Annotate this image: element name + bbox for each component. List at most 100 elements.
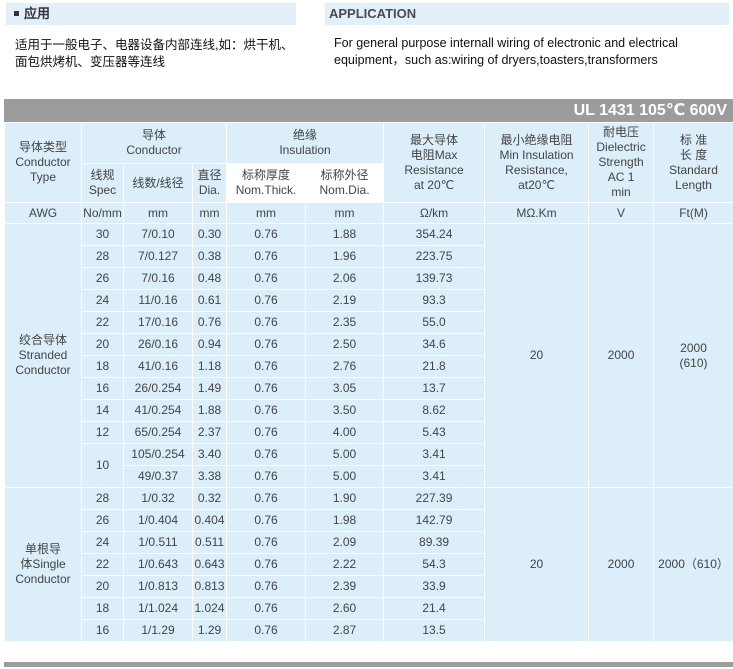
thickness-cell: 0.76 bbox=[226, 333, 307, 356]
thickness-cell: 0.76 bbox=[226, 443, 307, 466]
outer-diameter-cell: 2.50 bbox=[305, 333, 385, 356]
resistance-cell: 54.3 bbox=[383, 553, 486, 576]
resistance-cell: 21.4 bbox=[383, 597, 486, 620]
unit-cell: V bbox=[588, 202, 655, 224]
awg-cell: 26 bbox=[81, 509, 124, 532]
thickness-cell: 0.76 bbox=[226, 377, 307, 400]
header-strands: 线数/线径 bbox=[123, 163, 193, 203]
resistance-cell: 227.39 bbox=[383, 487, 486, 510]
header-line: 绝缘 bbox=[293, 128, 318, 142]
diameter-cell: 0.30 bbox=[191, 223, 228, 246]
awg-cell: 16 bbox=[81, 619, 124, 642]
thickness-cell: 0.76 bbox=[226, 619, 307, 642]
application-description-en: For general purpose internall wiring of … bbox=[334, 36, 678, 67]
strand-cell: 1/0.643 bbox=[123, 553, 193, 576]
header-nom-diameter: 标称外径 Nom.Dia. bbox=[305, 163, 385, 203]
outer-diameter-cell: 2.06 bbox=[305, 267, 385, 290]
awg-cell: 10 bbox=[81, 443, 124, 488]
header-line: min bbox=[611, 185, 631, 199]
diameter-cell: 0.511 bbox=[191, 531, 228, 554]
header-line: 线规 bbox=[90, 168, 115, 182]
header-line: Strength bbox=[598, 155, 644, 169]
diameter-cell: 3.40 bbox=[191, 443, 228, 466]
header-nom-thickness: 标称厚度 Nom.Thick. bbox=[226, 163, 307, 203]
standard-length-cell: 2000 (610) bbox=[653, 223, 733, 488]
outer-diameter-cell: 5.00 bbox=[305, 465, 385, 488]
application-heading-cn: 应用 bbox=[6, 3, 296, 25]
header-line: Nom.Thick. bbox=[235, 183, 297, 197]
cell-line: Conductor bbox=[15, 572, 71, 586]
resistance-cell: 13.5 bbox=[383, 619, 486, 642]
strand-cell: 1/0.32 bbox=[123, 487, 193, 510]
conductor-type-stranded: 绞合导体 Stranded Conductor bbox=[4, 223, 82, 488]
header-line: 电阻Max bbox=[410, 147, 458, 162]
outer-diameter-cell: 2.60 bbox=[305, 597, 385, 620]
thickness-cell: 0.76 bbox=[226, 223, 307, 246]
unit-cell: Ft(M) bbox=[653, 202, 733, 224]
diameter-cell: 0.38 bbox=[191, 245, 228, 268]
header-line: AC 1 bbox=[607, 170, 635, 184]
table-bottom-bar bbox=[4, 662, 733, 667]
header-line: Resistance, bbox=[505, 162, 568, 177]
table-title-bar: UL 1431 105℃ 600V bbox=[4, 99, 733, 122]
resistance-cell: 93.3 bbox=[383, 289, 486, 312]
outer-diameter-cell: 2.76 bbox=[305, 355, 385, 378]
outer-diameter-cell: 3.50 bbox=[305, 399, 385, 422]
header-line: Length bbox=[675, 177, 712, 192]
resistance-cell: 223.75 bbox=[383, 245, 486, 268]
table-row: 绞合导体 Stranded Conductor 30 7/0.10 0.30 0.76 1.8… bbox=[4, 223, 733, 488]
units-row: AWG No/mm mm mm mm mm Ω/km MΩ.Km V Ft(M) bbox=[4, 202, 733, 224]
outer-diameter-cell: 3.05 bbox=[305, 377, 385, 400]
diameter-cell: 1.024 bbox=[191, 597, 228, 620]
resistance-cell: 13.7 bbox=[383, 377, 486, 400]
strand-cell: 11/0.16 bbox=[123, 289, 193, 312]
header-dielectric: 耐电压 Dielectric Strength AC 1 min bbox=[588, 122, 655, 203]
dielectric-cell: 2000 bbox=[588, 487, 655, 642]
header-line: 导体类型 bbox=[18, 140, 67, 154]
awg-cell: 30 bbox=[81, 223, 124, 246]
header-diameter: 直径 Dia. bbox=[191, 163, 228, 203]
resistance-cell: 3.41 bbox=[383, 443, 486, 466]
header-line: 标称外径 bbox=[320, 168, 369, 182]
header-line: Type bbox=[29, 170, 56, 184]
header-line: Resistance bbox=[404, 162, 464, 177]
resistance-cell: 142.79 bbox=[383, 509, 486, 532]
thickness-cell: 0.76 bbox=[226, 245, 307, 268]
outer-diameter-cell: 1.90 bbox=[305, 487, 385, 510]
awg-cell: 20 bbox=[81, 333, 124, 356]
header-max-resistance: 最大导体 电阻Max Resistance at 20℃ bbox=[383, 122, 486, 203]
thickness-cell: 0.76 bbox=[226, 421, 307, 444]
thickness-cell: 0.76 bbox=[226, 487, 307, 510]
resistance-cell: 3.41 bbox=[383, 465, 486, 488]
header-line: 最大导体 bbox=[410, 132, 459, 147]
header-line: Dia. bbox=[198, 183, 221, 197]
outer-diameter-cell: 4.00 bbox=[305, 421, 385, 444]
table-row: 单根导 体Single Conductor 28 1/0.32 0.32 0.76 1.90 2… bbox=[4, 487, 733, 642]
unit-cell: mm bbox=[191, 202, 228, 224]
awg-cell: 14 bbox=[81, 399, 124, 422]
diameter-cell: 1.88 bbox=[191, 399, 228, 422]
awg-cell: 16 bbox=[81, 377, 124, 400]
cell-line: (610) bbox=[679, 355, 708, 370]
bullet-square-icon bbox=[14, 11, 19, 17]
outer-diameter-cell: 2.19 bbox=[305, 289, 385, 312]
unit-cell: Ω/km bbox=[383, 202, 486, 224]
spec-table: 导体类型 Conductor Type 导体 Conductor 绝缘 Insu… bbox=[4, 122, 733, 642]
application-description-cn: 适用于一般电子、电器设备内部连线,如：烘干机、面包烘烤机、变压器等连线 bbox=[15, 38, 294, 69]
diameter-cell: 0.32 bbox=[191, 487, 228, 510]
header-min-insulation: 最小绝缘电阻 Min Insulation Resistance, at20℃ bbox=[484, 122, 590, 203]
header-insulation: 绝缘 Insulation bbox=[226, 122, 385, 164]
thickness-cell: 0.76 bbox=[226, 575, 307, 598]
thickness-cell: 0.76 bbox=[226, 509, 307, 532]
strand-cell: 41/0.254 bbox=[123, 399, 193, 422]
outer-diameter-cell: 2.87 bbox=[305, 619, 385, 642]
outer-diameter-cell: 2.09 bbox=[305, 531, 385, 554]
strand-cell: 1/1.29 bbox=[123, 619, 193, 642]
thickness-cell: 0.76 bbox=[226, 399, 307, 422]
resistance-cell: 55.0 bbox=[383, 311, 486, 334]
header-conductor: 导体 Conductor bbox=[80, 122, 228, 164]
header-line: Conductor bbox=[15, 155, 71, 169]
strand-cell: 17/0.16 bbox=[123, 311, 193, 334]
awg-cell: 18 bbox=[81, 597, 124, 620]
thickness-cell: 0.76 bbox=[226, 597, 307, 620]
